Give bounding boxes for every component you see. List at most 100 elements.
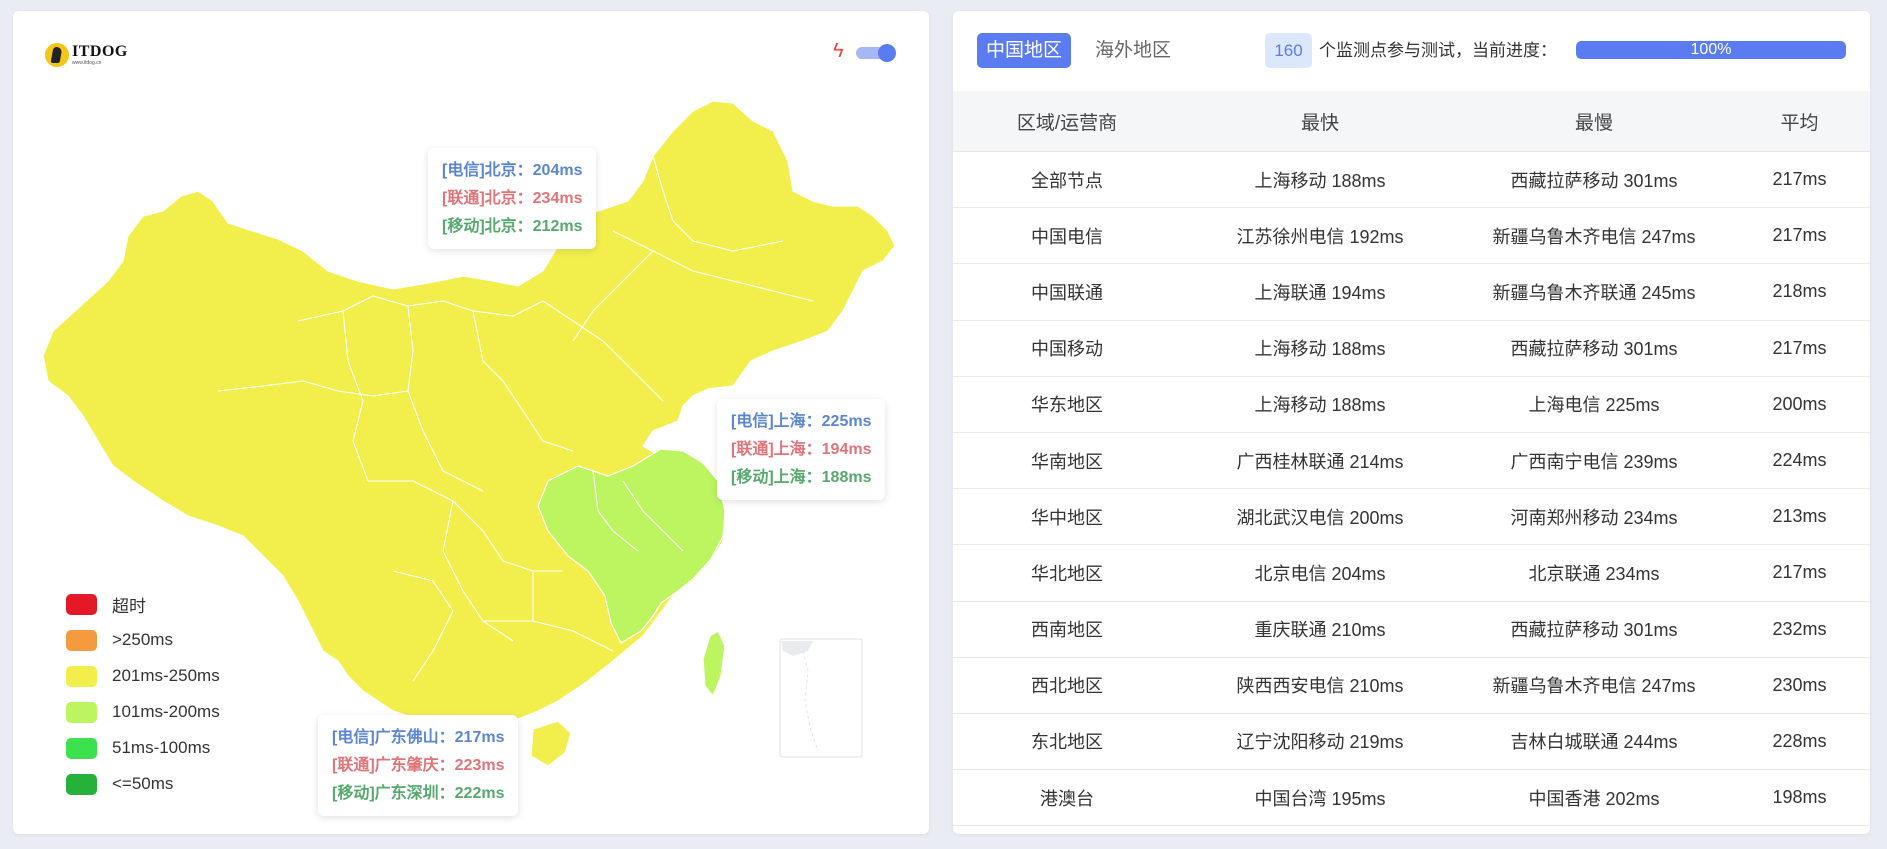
tooltip-beijing: [电信]北京：204ms [联通]北京：234ms [移动]北京：212ms: [428, 148, 597, 249]
tooltip-telecom: [电信]北京：204ms: [442, 162, 583, 179]
legend-item-over-250[interactable]: >250ms: [66, 622, 220, 658]
cell-average: 217ms: [1772, 169, 1827, 190]
progress-value: 100%: [1690, 41, 1732, 58]
latency-legend: 超时 >250ms 201ms-250ms 101ms-200ms 51ms-1…: [66, 586, 220, 802]
cell-average: 228ms: [1772, 730, 1827, 751]
cell-average: 232ms: [1772, 618, 1827, 639]
realtime-toggle[interactable]: [856, 43, 896, 62]
tab-china[interactable]: 中国地区: [977, 33, 1072, 68]
cell-fastest: 江苏徐州电信 192ms: [1236, 226, 1404, 247]
header-region: 区域/运营商: [1016, 112, 1118, 134]
header-average: 平均: [1780, 112, 1819, 134]
map-panel: ITDOG www.itdog.cn ϟ [电信]北京：204ms [联通]北京…: [13, 11, 929, 834]
tab-overseas[interactable]: 海外地区: [1095, 33, 1171, 68]
cell-fastest: 湖北武汉电信 200ms: [1236, 507, 1404, 528]
cell-region: 中国移动: [1031, 339, 1103, 360]
legend-label: 201ms-250ms: [112, 666, 220, 685]
header-fastest: 最快: [1300, 112, 1339, 134]
legend-swatch: [66, 773, 97, 795]
region-tabs: 中国地区 海外地区 160 个监测点参与测试，当前进度： 100%: [953, 11, 1870, 91]
cell-fastest: 重庆联通 210ms: [1254, 620, 1386, 641]
cell-region: 华东地区: [1031, 395, 1103, 416]
table-header: 区域/运营商 最快 最慢 平均: [953, 91, 1870, 152]
tooltip-telecom: [电信]上海：225ms: [731, 413, 872, 430]
cell-fastest: 北京电信 204ms: [1254, 563, 1386, 584]
table-row: 港澳台 中国台湾 195ms 中国香港 202ms 198ms: [953, 770, 1870, 827]
south-china-sea-inset: [779, 638, 863, 758]
cell-slowest: 上海电信 225ms: [1528, 395, 1660, 416]
tooltip-guangdong: [电信]广东佛山：217ms [联通]广东肇庆：223ms [移动]广东深圳：2…: [318, 715, 519, 816]
cell-fastest: 上海移动 188ms: [1254, 170, 1386, 191]
cell-fastest: 陕西西安电信 210ms: [1236, 676, 1404, 697]
legend-item-51-100[interactable]: 51ms-100ms: [66, 730, 220, 766]
cell-slowest: 西藏拉萨移动 301ms: [1510, 339, 1678, 360]
cell-slowest: 新疆乌鲁木齐联通 245ms: [1492, 282, 1696, 303]
cell-average: 198ms: [1772, 787, 1827, 808]
table-row: 中国联通 上海联通 194ms 新疆乌鲁木齐联通 245ms 218ms: [953, 264, 1870, 321]
logo-subtitle: www.itdog.cn: [72, 60, 102, 66]
hainan-region[interactable]: [530, 720, 572, 767]
table-row: 华东地区 上海移动 188ms 上海电信 225ms 200ms: [953, 377, 1870, 433]
tooltip-mobile: [移动]上海：188ms: [731, 469, 872, 486]
cell-slowest: 西藏拉萨移动 301ms: [1510, 620, 1678, 641]
legend-label: <=50ms: [112, 774, 174, 793]
legend-item-201-250[interactable]: 201ms-250ms: [66, 658, 220, 694]
cell-slowest: 中国香港 202ms: [1528, 788, 1660, 809]
cell-fastest: 辽宁沈阳移动 219ms: [1236, 732, 1404, 753]
table-row: 华南地区 广西桂林联通 214ms 广西南宁电信 239ms 224ms: [953, 433, 1870, 490]
cell-region: 西北地区: [1031, 676, 1103, 697]
cell-region: 华南地区: [1031, 451, 1103, 472]
logo-title: ITDOG: [72, 43, 128, 60]
cell-slowest: 西藏拉萨移动 301ms: [1510, 170, 1678, 191]
table-row: 西北地区 陕西西安电信 210ms 新疆乌鲁木齐电信 247ms 230ms: [953, 658, 1870, 714]
legend-swatch: [66, 737, 97, 759]
cell-fastest: 上海联通 194ms: [1254, 282, 1386, 303]
legend-label: 101ms-200ms: [112, 702, 220, 721]
table-row: 华北地区 北京电信 204ms 北京联通 234ms 217ms: [953, 545, 1870, 602]
table-row: 中国移动 上海移动 188ms 西藏拉萨移动 301ms 217ms: [953, 321, 1870, 377]
cell-fastest: 上海移动 188ms: [1254, 339, 1386, 360]
taiwan-region[interactable]: [702, 630, 726, 698]
cell-slowest: 广西南宁电信 239ms: [1510, 451, 1678, 472]
progress-label: 个监测点参与测试，当前进度：: [1319, 41, 1557, 60]
progress-bar: 100%: [1576, 41, 1846, 59]
cell-average: 230ms: [1772, 674, 1827, 695]
tooltip-mobile: [移动]北京：212ms: [442, 218, 583, 235]
header-slowest: 最慢: [1574, 112, 1613, 134]
table-row: 华中地区 湖北武汉电信 200ms 河南郑州移动 234ms 213ms: [953, 489, 1870, 546]
cell-fastest: 中国台湾 195ms: [1254, 788, 1386, 809]
table-row: 全部节点 上海移动 188ms 西藏拉萨移动 301ms 217ms: [953, 152, 1870, 209]
lightning-icon: ϟ: [833, 40, 844, 62]
cell-region: 中国电信: [1031, 226, 1103, 247]
legend-item-101-200[interactable]: 101ms-200ms: [66, 694, 220, 730]
monitor-count-badge: 160: [1265, 33, 1312, 68]
legend-swatch: [66, 629, 97, 651]
dog-logo-icon: [45, 43, 69, 67]
toggle-knob: [878, 44, 896, 62]
cell-region: 华北地区: [1031, 563, 1103, 584]
table-row: 中国电信 江苏徐州电信 192ms 新疆乌鲁木齐电信 247ms 217ms: [953, 208, 1870, 265]
legend-label: >250ms: [112, 630, 173, 649]
cell-average: 218ms: [1772, 281, 1827, 302]
cell-region: 全部节点: [1031, 170, 1103, 191]
cell-slowest: 吉林白城联通 244ms: [1510, 732, 1678, 753]
cell-slowest: 河南郑州移动 234ms: [1510, 507, 1678, 528]
cell-slowest: 新疆乌鲁木齐电信 247ms: [1492, 226, 1696, 247]
legend-item-timeout[interactable]: 超时: [66, 586, 220, 622]
cell-region: 港澳台: [1040, 788, 1094, 809]
legend-swatch: [66, 701, 97, 723]
itdog-logo: ITDOG www.itdog.cn: [45, 43, 128, 67]
legend-label: 51ms-100ms: [112, 738, 211, 757]
legend-swatch: [66, 665, 97, 687]
cell-average: 217ms: [1772, 225, 1827, 246]
tooltip-unicom: [联通]北京：234ms: [442, 190, 583, 207]
tooltip-telecom: [电信]广东佛山：217ms: [332, 729, 505, 746]
cell-average: 217ms: [1772, 562, 1827, 583]
cell-fastest: 广西桂林联通 214ms: [1236, 451, 1404, 472]
cell-average: 213ms: [1772, 506, 1827, 527]
legend-item-under-50[interactable]: <=50ms: [66, 766, 220, 802]
tooltip-mobile: [移动]广东深圳：222ms: [332, 785, 505, 802]
table-row: 东北地区 辽宁沈阳移动 219ms 吉林白城联通 244ms 228ms: [953, 714, 1870, 771]
tooltip-unicom: [联通]上海：194ms: [731, 441, 872, 458]
cell-region: 华中地区: [1031, 507, 1103, 528]
